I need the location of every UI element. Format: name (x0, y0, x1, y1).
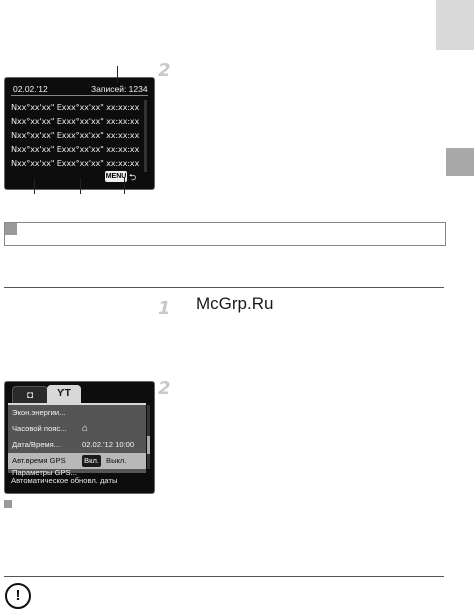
menu-item-date-time[interactable]: Дата/Время... 02.02.'12 10:00 (8, 437, 146, 453)
scrollbar-thumb[interactable] (147, 436, 150, 454)
warning-icon: ! (5, 583, 31, 609)
tools-tab[interactable]: ƳT (47, 385, 81, 403)
log-date: 02.02.'12 (13, 84, 48, 94)
callout-line (117, 66, 118, 82)
menu-item-label: Дата/Время... (12, 440, 61, 449)
log-row: Nxx°xx'xx" Exxx°xx'xx" xx:xx:xx (11, 102, 140, 112)
section-divider (4, 576, 444, 577)
section-divider (4, 287, 444, 288)
menu-item-time-zone[interactable]: Часовой пояс... ⌂ (8, 421, 146, 437)
step-number: 2 (158, 378, 171, 399)
option-on[interactable]: Вкл. (82, 455, 102, 467)
home-icon: ⌂ (82, 423, 89, 434)
note-marker (4, 500, 12, 508)
callout-line (80, 178, 81, 194)
scrollbar[interactable] (144, 100, 147, 172)
settings-screen: ◘ ƳT Экон.энергии... Часовой пояс... ⌂ Д… (4, 381, 155, 494)
option-off[interactable]: Выкл. (104, 455, 128, 467)
note-bar (4, 222, 446, 246)
camera-icon: ◘ (26, 390, 34, 401)
divider (11, 95, 148, 96)
wrench-hammer-icon: ƳT (57, 388, 71, 399)
menu-item-label: Авт.время GPS (12, 456, 66, 465)
log-row: Nxx°xx'xx" Exxx°xx'xx" xx:xx:xx (11, 158, 140, 168)
step-number: 2 (158, 60, 171, 81)
log-row: Nxx°xx'xx" Exxx°xx'xx" xx:xx:xx (11, 116, 140, 126)
callout-line (124, 178, 125, 194)
chapter-tab (446, 148, 474, 176)
camera-tab[interactable]: ◘ (12, 386, 48, 404)
note-icon (5, 223, 17, 235)
log-row: Nxx°xx'xx" Exxx°xx'xx" xx:xx:xx (11, 130, 140, 140)
menu-item-value: 02.02.'12 10:00 (82, 440, 135, 449)
callout-line (34, 178, 35, 194)
step-number: 1 (158, 298, 171, 319)
gps-log-screen: 02.02.'12 Записей: 1234 Nxx°xx'xx" Exxx°… (4, 77, 155, 190)
menu-item-power-saving[interactable]: Экон.энергии... (8, 405, 146, 421)
settings-menu: Экон.энергии... Часовой пояс... ⌂ Дата/В… (8, 403, 146, 477)
menu-item-label: Экон.энергии... (12, 408, 66, 417)
menu-description: Автоматическое обновл. даты (11, 476, 118, 485)
return-arrow-icon: ⮌ (129, 172, 137, 182)
menu-item-auto-gps-time[interactable]: Авт.время GPS Вкл. Выкл. (8, 453, 146, 469)
log-row: Nxx°xx'xx" Exxx°xx'xx" xx:xx:xx (11, 144, 140, 154)
menu-item-label: Часовой пояс... (12, 424, 67, 433)
page-edge-tab (436, 0, 474, 50)
watermark: McGrp.Ru (196, 294, 274, 313)
log-records-count: Записей: 1234 (91, 84, 148, 94)
